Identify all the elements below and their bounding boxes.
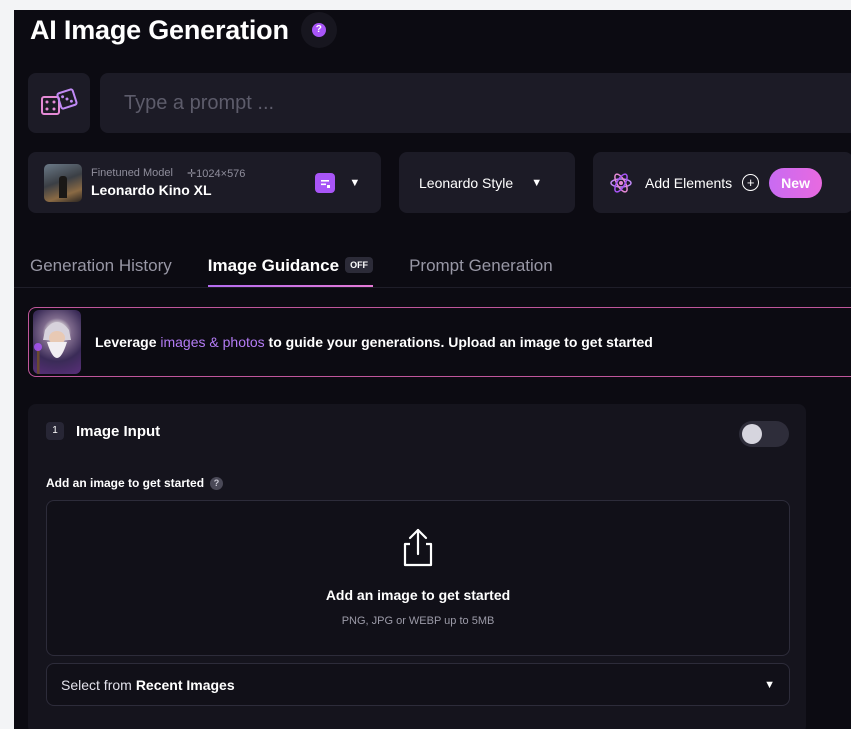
page-title: AI Image Generation xyxy=(30,14,289,45)
dropzone-subtitle: PNG, JPG or WEBP up to 5MB xyxy=(341,615,495,627)
help-icon: ? xyxy=(311,23,326,37)
guidance-banner: Leverage images & photos to guide your g… xyxy=(28,307,851,377)
model-meta: Finetuned Model ✛1024×576 xyxy=(91,167,245,180)
style-selector[interactable]: Leonardo Style ▼ xyxy=(399,152,575,213)
panel-title: Image Input xyxy=(76,422,161,440)
image-dropzone[interactable]: Add an image to get started PNG, JPG or … xyxy=(46,500,790,656)
title-row: AI Image Generation ? xyxy=(30,12,337,48)
chevron-down-icon: ▼ xyxy=(764,678,775,691)
off-badge: OFF xyxy=(345,257,374,273)
tab-generation-history[interactable]: Generation History xyxy=(30,254,172,298)
recent-label: Recent Images xyxy=(135,676,235,693)
add-elements-label: Add Elements xyxy=(645,174,733,191)
model-thumbnail xyxy=(44,163,82,202)
recent-prefix: Select from xyxy=(61,676,132,693)
step-number: 1 xyxy=(46,422,64,440)
help-icon[interactable]: ? xyxy=(210,476,224,490)
upload-icon xyxy=(403,528,433,567)
panel-header: 1 Image Input xyxy=(46,422,160,440)
random-prompt-button[interactable] xyxy=(28,73,90,133)
prompt-input[interactable] xyxy=(124,91,851,115)
recent-images-select[interactable]: Select from Recent Images ▼ xyxy=(46,663,790,706)
model-name: Leonardo Kino XL xyxy=(91,182,212,198)
add-elements-button[interactable]: Add Elements + New xyxy=(593,152,851,213)
tab-image-guidance[interactable]: Image Guidance OFF xyxy=(207,254,374,298)
image-input-panel: 1 Image Input Add an image to get starte… xyxy=(28,404,806,729)
new-badge: New xyxy=(769,167,822,198)
tab-label: Generation History xyxy=(30,256,172,275)
tab-label: Prompt Generation xyxy=(409,256,553,275)
tab-bar: Generation History Image Guidance OFF Pro… xyxy=(30,254,589,298)
style-label: Leonardo Style xyxy=(419,174,514,191)
preset-icon[interactable] xyxy=(315,172,336,193)
tab-label: Image Guidance xyxy=(207,256,340,275)
model-type-label: Finetuned Model xyxy=(91,167,173,179)
app-window: AI Image Generation ? Finetuned Model ✛1… xyxy=(14,10,851,729)
wizard-avatar xyxy=(33,310,81,374)
banner-link[interactable]: images & photos xyxy=(160,334,264,350)
banner-text-before: Leverage xyxy=(95,334,161,350)
dice-icon xyxy=(41,88,78,115)
chevron-down-icon[interactable]: ▼ xyxy=(349,177,360,189)
model-dimensions: ✛1024×576 xyxy=(186,168,246,180)
model-selector[interactable]: Finetuned Model ✛1024×576 Leonardo Kino … xyxy=(28,152,381,213)
add-image-label: Add an image to get started ? xyxy=(46,476,224,490)
prompt-box xyxy=(100,73,851,133)
dropzone-title: Add an image to get started xyxy=(325,587,511,603)
atom-icon xyxy=(610,172,632,193)
banner-text: Leverage images & photos to guide your g… xyxy=(95,334,653,350)
tab-divider xyxy=(14,287,851,288)
banner-text-after: to guide your generations. Upload an ima… xyxy=(264,334,653,350)
add-image-label-text: Add an image to get started xyxy=(46,476,205,490)
model-text: Finetuned Model ✛1024×576 Leonardo Kino … xyxy=(91,167,245,198)
plus-circle-icon: + xyxy=(742,174,760,191)
help-button[interactable]: ? xyxy=(300,12,337,48)
tab-prompt-generation[interactable]: Prompt Generation xyxy=(409,254,553,298)
image-input-toggle[interactable] xyxy=(739,421,789,447)
chevron-down-icon: ▼ xyxy=(531,176,543,189)
